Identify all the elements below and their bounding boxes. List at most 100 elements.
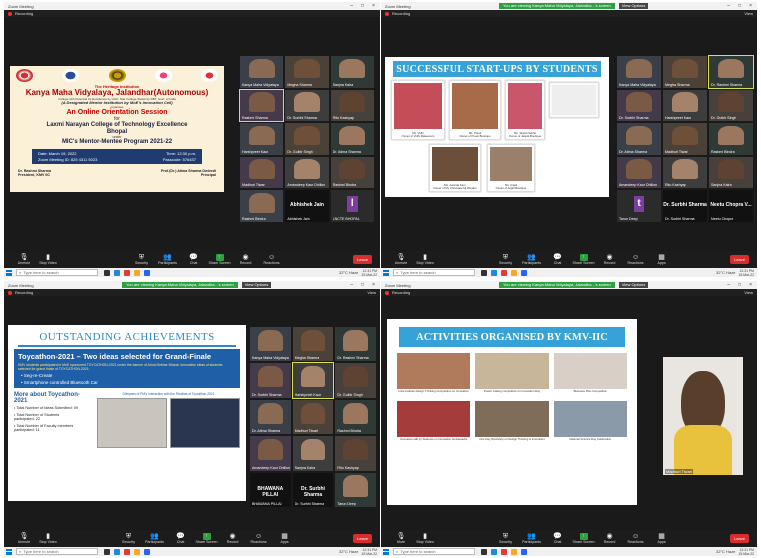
view-options-button[interactable]: View Options: [618, 281, 649, 288]
participant-video-tile[interactable]: Ritu Kashyap: [330, 89, 374, 122]
participant-video-tile[interactable]: Ritu Kashyap: [335, 436, 376, 471]
participant-video-tile[interactable]: Dr. Atima Sharma: [617, 123, 661, 155]
participant-video-tile[interactable]: Madhuri Tiwari: [292, 399, 334, 435]
taskbar-search[interactable]: ⌕ Type here to search: [393, 548, 475, 555]
record-button[interactable]: ◉ Record: [234, 254, 258, 265]
leave-button[interactable]: Leave: [353, 534, 372, 543]
participant-video-tile[interactable]: t Tarun Deep: [617, 190, 661, 222]
participant-video-tile[interactable]: Sanjna Kalra: [330, 56, 374, 88]
chat-button[interactable]: 💬 Chat: [546, 254, 570, 265]
participant-video-tile[interactable]: Amandeep Kaur Dhillon: [250, 436, 291, 471]
participant-video-tile[interactable]: Sanjna Kalra: [292, 436, 334, 471]
apps-button[interactable]: ▦ Apps: [273, 533, 297, 544]
participants-button[interactable]: 👥 Participants: [520, 254, 544, 265]
participant-video-tile[interactable]: Dr. Rashmi Sharma: [708, 55, 754, 89]
maximize-button[interactable]: □: [361, 282, 364, 288]
participant-video-tile[interactable]: Amandeep Kaur Dhillon: [617, 156, 661, 189]
mute-button[interactable]: 🎙 Mute: [389, 533, 413, 544]
participant-video-tile[interactable]: Harshpreet Kaur: [240, 123, 284, 155]
unmute-button[interactable]: 🎙 Unmute: [12, 254, 36, 265]
participant-video-tile[interactable]: Ritu Kashyap: [663, 156, 707, 189]
participant-video-tile[interactable]: Dr. Surbhi Sharma Dr. Surbhi Sharma: [292, 472, 334, 507]
windows-start-icon[interactable]: [6, 548, 12, 555]
maximize-button[interactable]: □: [738, 282, 741, 288]
zoom-app-icon[interactable]: [144, 548, 150, 555]
participant-video-tile[interactable]: Abhishek Jain Abhishek Jain: [285, 190, 329, 222]
view-button[interactable]: View: [367, 289, 376, 296]
participant-video-tile[interactable]: Kanya Maha Vidyalaya: [617, 56, 661, 88]
participants-button[interactable]: 👥 Participants: [156, 254, 180, 265]
chat-button[interactable]: 💬 Chat: [169, 533, 193, 544]
participant-video-tile[interactable]: Rashmi Bindra: [709, 123, 753, 155]
reactions-button[interactable]: ☺ Reactions: [247, 533, 271, 544]
minimize-button[interactable]: –: [350, 3, 353, 9]
reactions-button[interactable]: ☺ Reactions: [624, 254, 648, 265]
share-screen-button[interactable]: ↑ Share Screen: [572, 533, 596, 544]
participant-video-tile[interactable]: Megha Sharma: [285, 56, 329, 88]
share-screen-button[interactable]: ↑ Share Screen: [572, 254, 596, 265]
windows-start-icon[interactable]: [6, 269, 12, 276]
minimize-button[interactable]: –: [350, 282, 353, 288]
security-button[interactable]: ⛨ Security: [494, 254, 518, 265]
participant-video-tile[interactable]: Sanjna Kalra: [709, 156, 753, 189]
stop-video-button[interactable]: ▮ Stop Video: [36, 533, 60, 544]
maximize-button[interactable]: □: [738, 3, 741, 9]
participant-video-tile[interactable]: Harshpreet Kaur: [291, 362, 335, 399]
apps-button[interactable]: ▦ Apps: [650, 533, 674, 544]
participants-button[interactable]: 👥 Participants: [143, 533, 167, 544]
leave-button[interactable]: Leave: [353, 255, 372, 264]
record-button[interactable]: ◉ Record: [598, 533, 622, 544]
folder-icon[interactable]: [511, 548, 517, 555]
participant-video-tile[interactable]: Dr. Surbhi Sharma: [250, 363, 291, 398]
close-button[interactable]: ×: [372, 3, 375, 9]
participant-video-tile[interactable]: Dr. Gulbir Singh: [285, 123, 329, 155]
participant-video-tile[interactable]: Neetu Chopra V... Neetu Chopra: [709, 190, 753, 222]
folder-icon[interactable]: [134, 269, 140, 276]
security-button[interactable]: ⛨ Security: [494, 533, 518, 544]
share-screen-button[interactable]: ↑ Share Screen: [208, 254, 232, 265]
minimize-button[interactable]: –: [727, 3, 730, 9]
taskbar-search[interactable]: ⌕ Type here to search: [16, 269, 98, 276]
close-button[interactable]: ×: [749, 3, 752, 9]
record-button[interactable]: ◉ Record: [221, 533, 245, 544]
participant-video-tile[interactable]: Kanya Maha Vidyalaya: [250, 327, 291, 362]
windows-start-icon[interactable]: [383, 269, 389, 276]
participant-video-tile[interactable]: Kanya Maha Vidyalaya: [240, 56, 284, 88]
task-view-icon[interactable]: [481, 269, 487, 276]
participant-video-tile[interactable]: Rashmi Bindra: [240, 190, 284, 222]
view-options-button[interactable]: View Options: [618, 2, 649, 9]
participant-video-tile[interactable]: Rashmi Bindra: [335, 399, 376, 435]
close-button[interactable]: ×: [749, 282, 752, 288]
stop-video-button[interactable]: ▮ Stop Video: [36, 254, 60, 265]
task-view-icon[interactable]: [481, 548, 487, 555]
participant-video-tile[interactable]: Madhuri Tiwari: [663, 357, 743, 475]
participant-video-tile[interactable]: Rashmi Sharma: [238, 88, 285, 123]
view-button[interactable]: View: [744, 10, 753, 17]
zoom-app-icon[interactable]: [144, 269, 150, 276]
participant-video-tile[interactable]: BHAWANA PILLAI BHAWANA PILLAI: [250, 472, 291, 507]
participant-video-tile[interactable]: Tarun Deep: [335, 472, 376, 507]
zoom-app-icon[interactable]: [521, 269, 527, 276]
windows-start-icon[interactable]: [383, 548, 389, 555]
participant-video-tile[interactable]: Dr. Surbhi Sharma Dr. Surbhi Sharma: [663, 190, 707, 222]
stop-video-button[interactable]: ▮ Stop Video: [413, 533, 437, 544]
task-view-icon[interactable]: [104, 269, 110, 276]
chrome-icon[interactable]: [501, 269, 507, 276]
participant-video-tile[interactable]: Dr. Surbhi Sharma: [285, 89, 329, 122]
participant-video-tile[interactable]: Dr. Gulbir Singh: [709, 89, 753, 122]
participant-video-tile[interactable]: Dr. Surbhi Sharma: [617, 89, 661, 122]
chat-button[interactable]: 💬 Chat: [182, 254, 206, 265]
participant-video-tile[interactable]: Rashmi Bindra: [330, 156, 374, 189]
taskbar-search[interactable]: ⌕ Type here to search: [16, 548, 98, 555]
view-button[interactable]: View: [744, 289, 753, 296]
edge-icon[interactable]: [114, 269, 120, 276]
reactions-button[interactable]: ☺ Reactions: [624, 533, 648, 544]
folder-icon[interactable]: [511, 269, 517, 276]
chrome-icon[interactable]: [501, 548, 507, 555]
participant-video-tile[interactable]: Megha Sharma: [292, 327, 334, 362]
unmute-button[interactable]: 🎙 Unmute: [12, 533, 36, 544]
participant-video-tile[interactable]: Madhuri Tiwari: [240, 156, 284, 189]
record-button[interactable]: ◉ Record: [598, 254, 622, 265]
reactions-button[interactable]: ☺ Reactions: [260, 254, 284, 265]
participant-video-tile[interactable]: Dr. Atima Sharma: [250, 399, 291, 435]
